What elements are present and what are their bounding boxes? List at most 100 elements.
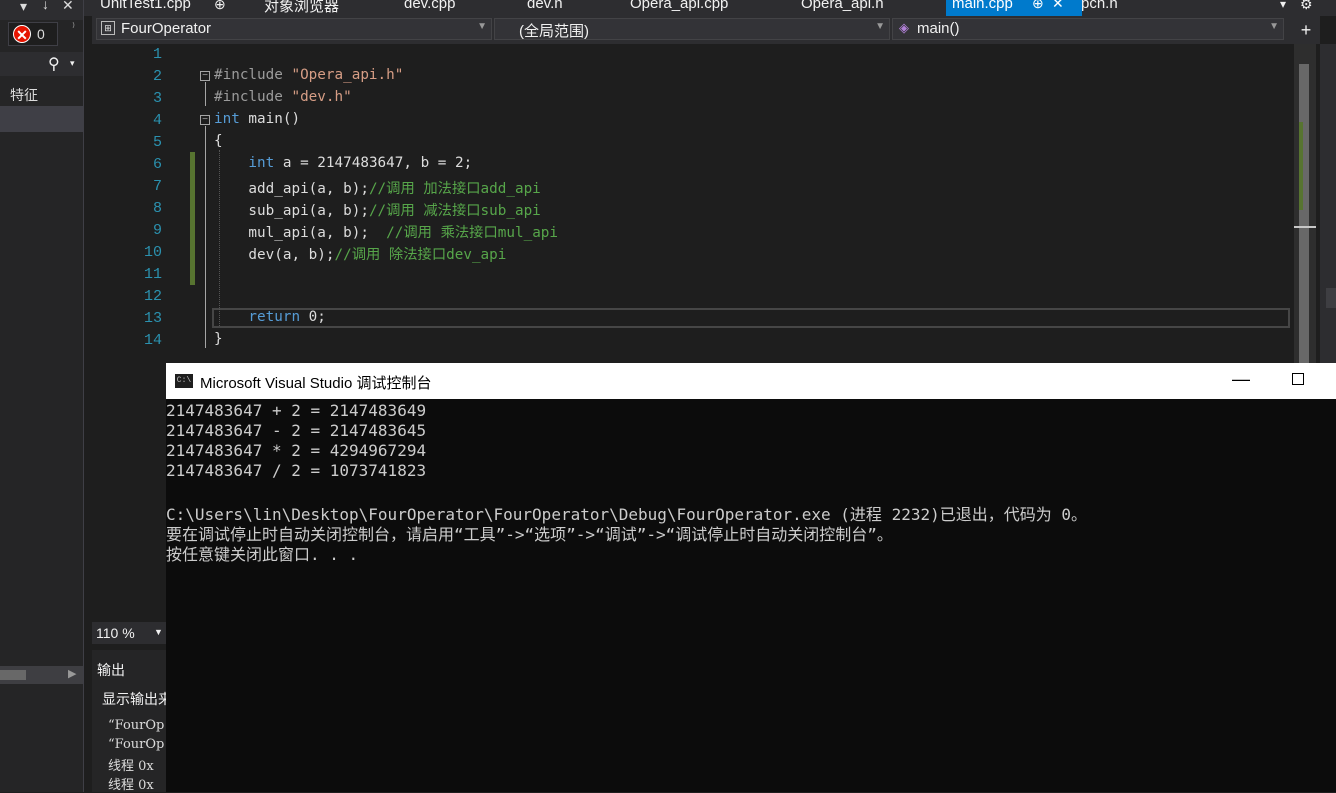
scope-name: (全局范围) [519,23,589,40]
split-editor-icon[interactable]: + [1292,16,1320,44]
scrollbar-change-marker [1299,122,1303,210]
output-line: 线程 0x [108,778,154,793]
left-panel-titlebar: ▾ ↓ ✕ [0,0,83,20]
code-comment: //调用 加法接口add_api [368,181,541,197]
current-line-highlight [212,308,1290,328]
code-line: int a = 2147483647, b = 2; [214,155,472,171]
line-number: 5 [152,134,162,151]
line-number: 9 [152,222,162,239]
line-number: 1 [152,46,162,63]
fold-guide [205,82,206,106]
overflow-icon: ⁾ [72,20,75,34]
line-number: 7 [152,178,162,195]
panel-menu-icon[interactable]: ▾ [20,0,27,15]
output-source-label: 显示输出来 [102,691,172,707]
tab-pin-icon[interactable]: ⊕ [214,0,226,13]
output-line: “FourOp [108,718,165,733]
code-line: int main() [214,111,300,127]
fold-toggle-icon[interactable]: − [200,71,210,81]
code-line: } [214,331,223,347]
search-dropdown-icon[interactable]: ▾ [70,58,75,69]
fold-guide [205,126,206,348]
panel-column-header[interactable]: 特征 [0,82,83,107]
scrollbar-thumb[interactable] [0,670,26,680]
panel-selected-row[interactable] [0,106,83,132]
error-filter-button[interactable]: ✕ 0 [8,22,58,46]
scrollbar-thumb[interactable] [1299,64,1309,364]
tab-main-cpp[interactable]: main.cpp ⊕ ✕ [946,0,1082,16]
output-panel-title[interactable]: 输出 [97,660,125,680]
code-token: #include [214,89,292,105]
fold-toggle-icon[interactable]: − [200,115,210,125]
console-line: 按任意键关闭此窗口. . . [166,545,359,564]
panel-horizontal-scrollbar[interactable]: ▶ [0,666,83,684]
tab-unittest1-cpp[interactable]: UnitTest1.cpp [100,0,191,16]
maximize-button[interactable] [1292,373,1304,385]
member-name: main() [917,20,960,37]
code-token: } [214,331,223,347]
code-token: sub_api(a, b); [214,203,369,219]
line-number: 4 [152,112,162,129]
scroll-right-icon[interactable]: ▶ [68,667,76,680]
console-line: 2147483647 * 2 = 4294967294 [166,441,427,460]
tab-opera-api-h[interactable]: Opera_api.h [801,0,884,16]
member-dropdown[interactable]: ◈ main() ▼ [892,18,1284,40]
project-icon: ⊞ [101,21,115,35]
error-count: 0 [37,26,45,42]
line-number: 14 [143,332,162,349]
code-comment: //调用 除法接口dev_api [334,247,507,263]
output-line: “FourOp [108,737,165,752]
code-line: #include "dev.h" [214,89,352,105]
code-token: "Opera_api.h" [291,67,404,83]
change-tracking-bar [190,152,195,285]
line-number: 10 [143,244,162,261]
tab-list-dropdown-icon[interactable]: ▾ [1280,0,1286,11]
console-line: 2147483647 + 2 = 2147483649 [166,401,427,420]
code-token: main() [239,111,301,127]
settings-gear-icon[interactable]: ⚙ [1300,0,1313,13]
code-line: { [214,133,223,149]
scope-dropdown[interactable]: (全局范围) ▼ [494,18,890,40]
project-name: FourOperator [121,20,212,37]
tab-pin-icon[interactable]: ⊕ [1032,0,1044,12]
code-token: 0; [300,309,326,325]
code-token: #include [214,67,292,83]
pin-icon[interactable]: ↓ [42,0,49,12]
tab-opera-api-cpp[interactable]: Opera_api.cpp [630,0,728,16]
console-titlebar[interactable]: C:\ Microsoft Visual Studio 调试控制台 — [166,363,1336,399]
console-title: Microsoft Visual Studio 调试控制台 [200,375,432,392]
debug-console-window[interactable]: C:\ Microsoft Visual Studio 调试控制台 — 2147… [166,363,1336,792]
panel-search-row[interactable]: ⚲ ▾ [0,52,83,76]
side-panel-tab[interactable] [1326,288,1336,308]
tab-pch-h[interactable]: pch.h [1081,0,1118,16]
tab-object-browser[interactable]: 对象浏览器 [264,0,339,16]
tab-main-cpp-label: main.cpp [952,0,1013,12]
code-token: int [214,111,240,127]
zoom-dropdown[interactable]: 110 % ▼ [92,622,166,644]
tab-close-icon[interactable]: ✕ [1052,0,1064,12]
close-icon[interactable]: ✕ [62,0,74,14]
output-panel: 输出 显示输出来 “FourOp “FourOp 线程 0x 线程 0x [92,650,172,793]
code-line: dev(a, b);//调用 除法接口dev_api [214,243,506,264]
search-icon[interactable]: ⚲ [48,54,60,74]
line-number: 8 [152,200,162,217]
code-token: mul_api(a, b); [214,225,387,241]
code-line: add_api(a, b);//调用 加法接口add_api [214,177,541,198]
document-tab-bar: UnitTest1.cpp ⊕ 对象浏览器 dev.cpp dev.h Oper… [84,0,1336,16]
code-line: return 0; [214,309,326,325]
tab-dev-cpp[interactable]: dev.cpp [404,0,455,16]
tab-dev-h[interactable]: dev.h [527,0,563,16]
project-dropdown[interactable]: ⊞ FourOperator ▼ [96,18,492,40]
chevron-down-icon: ▼ [1269,21,1279,32]
navigation-bar: ⊞ FourOperator ▼ (全局范围) ▼ ◈ main() ▼ [92,16,1316,44]
code-token: a = 2147483647, b = 2; [274,155,473,171]
right-side-panel-strip[interactable] [1320,44,1336,364]
code-line: sub_api(a, b);//调用 减法接口sub_api [214,199,540,220]
minimize-button[interactable]: — [1226,365,1256,395]
editor-vertical-scrollbar[interactable] [1294,44,1316,364]
line-number: 2 [152,68,162,85]
code-line: #include "Opera_api.h" [214,67,403,83]
output-line: 线程 0x [108,759,154,774]
code-token: { [214,133,223,149]
line-number: 12 [143,288,162,305]
